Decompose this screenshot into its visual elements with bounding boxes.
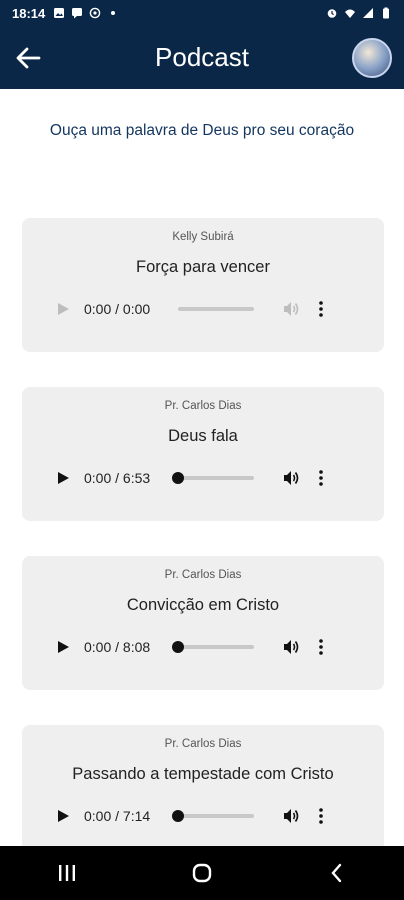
podcast-card: Kelly Subirá Força para vencer 0:00 / 0:00 xyxy=(22,218,384,352)
back-button[interactable] xyxy=(317,858,357,888)
playback-time: 0:00 / 6:53 xyxy=(84,470,151,486)
volume-icon[interactable] xyxy=(282,638,300,656)
status-bar: 18:14 xyxy=(0,0,404,26)
podcast-author: Pr. Carlos Dias xyxy=(164,738,242,750)
playback-time: 0:00 / 8:08 xyxy=(84,639,151,655)
status-time: 18:14 xyxy=(12,5,46,21)
podcast-title: Deus fala xyxy=(168,427,238,445)
message-icon xyxy=(72,8,83,19)
audio-player: 0:00 / 6:53 xyxy=(56,465,348,491)
recent-apps-button[interactable] xyxy=(47,858,87,888)
podcast-title: Convicção em Cristo xyxy=(126,596,280,614)
logo-avatar[interactable] xyxy=(352,38,392,78)
whatsapp-icon xyxy=(89,7,101,19)
page-subtitle: Ouça uma palavra de Deus pro seu coração xyxy=(49,122,355,139)
battery-icon xyxy=(383,7,389,19)
status-left-icons xyxy=(53,7,119,19)
more-options-icon[interactable] xyxy=(318,638,324,656)
page-title: Podcast xyxy=(155,42,249,72)
arrow-left-icon[interactable] xyxy=(14,44,42,72)
play-icon[interactable] xyxy=(56,302,70,316)
progress-thumb[interactable] xyxy=(172,641,184,653)
home-button[interactable] xyxy=(182,858,222,888)
recent-apps-icon xyxy=(59,865,76,881)
podcast-author: Pr. Carlos Dias xyxy=(164,569,242,581)
home-icon xyxy=(192,863,212,883)
progress-thumb[interactable] xyxy=(172,810,184,822)
signal-icon xyxy=(363,8,373,18)
image-icon xyxy=(54,8,65,18)
podcast-card: Pr. Carlos Dias Convicção em Cristo 0:00 /… xyxy=(22,556,384,690)
dot-icon xyxy=(111,11,116,15)
progress-slider[interactable] xyxy=(172,641,254,653)
playback-time: 0:00 / 0:00 xyxy=(84,301,151,317)
system-nav-bar xyxy=(0,846,404,900)
playback-time: 0:00 / 7:14 xyxy=(84,808,151,824)
more-options-icon[interactable] xyxy=(318,807,324,825)
volume-icon[interactable] xyxy=(282,469,300,487)
play-icon[interactable] xyxy=(56,809,70,823)
podcast-card: Pr. Carlos Dias Passando a tempestade com… xyxy=(22,725,384,859)
podcast-author: Pr. Carlos Dias xyxy=(164,400,242,412)
audio-player: 0:00 / 0:00 xyxy=(56,296,348,322)
play-icon[interactable] xyxy=(56,640,70,654)
podcast-card: Pr. Carlos Dias Deus fala 0:00 / 6:53 xyxy=(22,387,384,521)
audio-player: 0:00 / 7:14 xyxy=(56,803,348,829)
more-options-icon[interactable] xyxy=(318,300,324,318)
progress-slider[interactable] xyxy=(178,307,254,311)
progress-slider[interactable] xyxy=(172,810,254,822)
volume-icon[interactable] xyxy=(282,807,300,825)
wifi-icon xyxy=(345,9,355,18)
progress-thumb[interactable] xyxy=(172,472,184,484)
more-options-icon[interactable] xyxy=(318,469,324,487)
status-right-icons xyxy=(326,7,392,19)
podcast-title: Força para vencer xyxy=(136,258,270,276)
volume-icon[interactable] xyxy=(282,300,300,318)
progress-slider[interactable] xyxy=(172,472,254,484)
podcast-title: Passando a tempestade com Cristo xyxy=(72,765,334,783)
podcast-author: Kelly Subirá xyxy=(172,231,234,243)
back-icon xyxy=(331,863,341,883)
play-icon[interactable] xyxy=(56,471,70,485)
alarm-icon xyxy=(327,9,337,18)
app-bar: Podcast xyxy=(0,26,404,89)
audio-player: 0:00 / 8:08 xyxy=(56,634,348,660)
